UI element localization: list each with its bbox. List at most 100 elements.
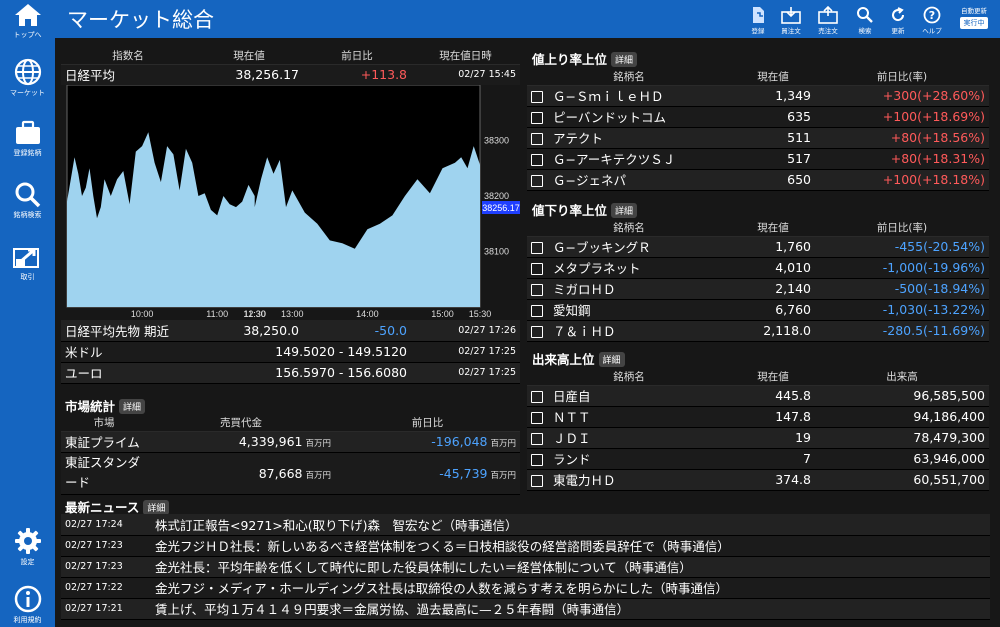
stock-price: 445.8 [731,385,815,407]
stock-name: アテクト [527,127,731,149]
search-icon [15,182,40,208]
table-row[interactable]: 日産自 445.8 96,585,500 [527,385,989,407]
table-row[interactable]: 東証プライム 4,339,961 百万円 -196,048 百万円 [61,431,520,453]
table-row[interactable]: 日経平均 38,256.17 +113.8 02/27 15:45 [61,64,520,86]
stock-price: 6,760 [731,299,815,321]
market-stats-detail-button[interactable]: 詳細 [119,399,146,414]
sidebar-item-label: トップへ [13,31,42,39]
table-row[interactable]: ピーバンドットコム 635 +100(+18.69%) [527,106,989,128]
sidebar-item-label: 登録銘柄 [13,149,42,157]
table-row[interactable]: ＮＴＴ 147.8 94,186,400 [527,406,989,428]
news-item[interactable]: 02/27 17:21 賃上げ、平均１万４１４９円要求＝金属労協、過去最高に—２… [61,598,990,620]
x-tick-label: 10:00 [131,309,154,319]
news-item[interactable]: 02/27 17:23 金光社長：平均年齢を低くして時代に即した役員体制にしたい… [61,556,990,578]
news-headline[interactable]: 賃上げ、平均１万４１４９円要求＝金属労協、過去最高に—２５年春闘（時事通信） [151,598,990,620]
sidebar-item-market[interactable]: マーケット [0,58,55,98]
market-value: 4,339,961 百万円 [147,431,335,453]
table-row[interactable]: アテクト 511 +80(+18.56%) [527,127,989,149]
stock-price: 147.8 [731,406,815,428]
gainers-detail-button[interactable]: 詳細 [611,52,638,67]
sidebar-item-trade[interactable]: 取引 [0,244,55,282]
market-name: 東証プライム [61,431,147,453]
col-header: 前日比 [335,415,520,432]
col-header: 前日比(率) [815,69,989,86]
losers-detail-button[interactable]: 詳細 [611,203,638,218]
stock-name: 愛知鋼 [527,299,731,321]
table-row[interactable]: Ｇ−ジェネパ 650 +100(+18.18%) [527,169,989,191]
table-row[interactable]: 日経平均先物 期近 38,250.0 -50.0 02/27 17:26 [61,320,520,342]
news-item[interactable]: 02/27 17:22 金光フジ・メディア・ホールディングス社長は取締役の人数を… [61,577,990,599]
register-button[interactable]: 登録 [743,6,773,35]
row-checkbox[interactable] [531,175,543,187]
col-header: 出来高 [815,369,989,386]
volume-title: 出来高上位 詳細 [532,349,625,368]
table-row[interactable]: ミガロＨＤ 2,140 -500(-18.94%) [527,278,989,300]
sidebar-item-top[interactable]: トップへ [0,2,55,40]
news-item[interactable]: 02/27 17:23 金光フジＨＤ社長：新しいあるべき経営体制をつくる＝日枝相… [61,535,990,557]
sidebar-item-watchlist[interactable]: 登録銘柄 [0,120,55,158]
refresh-button[interactable]: 更新 [883,6,913,35]
stock-price: 511 [731,127,815,149]
header-search-button[interactable]: 検索 [850,6,880,35]
sell-order-button[interactable]: 売注文 [813,6,843,35]
table-row[interactable]: 米ドル 149.5020 - 149.5120 02/27 17:25 [61,341,520,363]
market-value: 87,668 百万円 [147,452,335,495]
news-headline[interactable]: 株式訂正報告<9271>和心(取り下げ)森 智宏など（時事通信） [151,514,990,536]
table-row[interactable]: ＪＤＩ 19 78,479,300 [527,427,989,449]
table-row[interactable]: メタプラネット 4,010 -1,000(-19.96%) [527,257,989,279]
news-headline[interactable]: 金光フジＨＤ社長：新しいあるべき経営体制をつくる＝日枝相談役の経営諮問委員辞任で… [151,535,990,557]
row-checkbox[interactable] [531,284,543,296]
sidebar-item-search[interactable]: 銘柄検索 [0,182,55,220]
help-button[interactable]: ? ヘルプ [917,6,947,35]
fx-name: ユーロ [61,362,195,384]
table-row[interactable]: ランド 7 63,946,000 [527,448,989,470]
news-headline[interactable]: 金光フジ・メディア・ホールディングス社長は取締役の人数を減らす考えを明らかにした… [151,577,990,599]
stock-change: +100(+18.18%) [815,169,989,191]
row-checkbox[interactable] [531,433,543,445]
row-checkbox[interactable] [531,475,543,487]
stock-change: -1,000(-19.96%) [815,257,989,279]
auto-update-label: 自動更新 [961,7,987,15]
row-checkbox[interactable] [531,454,543,466]
register-icon [753,7,764,23]
x-tick-label: 13:00 [281,309,304,319]
col-header: 売買代金 [147,415,335,432]
table-row[interactable]: Ｇ−ブッキングＲ 1,760 -455(-20.54%) [527,236,989,258]
news-headline[interactable]: 金光社長：平均年齢を低くして時代に即した役員体制にしたい＝経営体制について（時事… [151,556,990,578]
trade-icon [12,248,39,268]
row-checkbox[interactable] [531,305,543,317]
table-row[interactable]: 愛知鋼 6,760 -1,030(-13.22%) [527,299,989,321]
col-header: 銘柄名 [527,369,731,386]
row-checkbox[interactable] [531,91,543,103]
table-row[interactable]: ７＆ｉＨＤ 2,118.0 -280.5(-11.69%) [527,320,989,342]
table-row[interactable]: ユーロ 156.5970 - 156.6080 02/27 17:25 [61,362,520,384]
table-row[interactable]: 東証スタンダード 87,668 百万円 -45,739 百万円 [61,452,520,495]
row-checkbox[interactable] [531,242,543,254]
news-detail-button[interactable]: 詳細 [143,500,170,515]
x-tick-label: 15:30 [469,309,492,319]
row-checkbox[interactable] [531,133,543,145]
news-item[interactable]: 02/27 17:24 株式訂正報告<9271>和心(取り下げ)森 智宏など（時… [61,514,990,536]
chart-svg: 10:00 11:00 11:3012:30 13:00 14:00 15:00 15:30… [66,84,520,319]
auto-update-toggle[interactable]: 自動更新 実行中 [954,5,994,29]
row-checkbox[interactable] [531,326,543,338]
stock-name: ＮＴＴ [527,406,731,428]
table-row[interactable]: Ｇ−アーキテクツＳＪ 517 +80(+18.31%) [527,148,989,170]
row-checkbox[interactable] [531,412,543,424]
futures-time: 02/27 17:26 [411,320,520,342]
sidebar-item-settings[interactable]: 設定 [0,527,55,567]
row-checkbox[interactable] [531,154,543,166]
row-checkbox[interactable] [531,112,543,124]
volume-detail-button[interactable]: 詳細 [598,352,625,367]
col-header: 現在値 [195,48,303,65]
sidebar-item-terms[interactable]: 利用規約 [0,585,55,625]
table-row[interactable]: 東電力ＨＤ 374.8 60,551,700 [527,469,989,491]
buy-order-button[interactable]: 買注文 [776,6,806,35]
row-checkbox[interactable] [531,263,543,275]
x-tick-label: 14:00 [356,309,379,319]
stock-name: ＪＤＩ [527,427,731,449]
nikkei-intraday-chart[interactable]: 10:00 11:00 11:30 12:30 13:00 14:00 15:00 15:30… [61,84,520,320]
row-checkbox[interactable] [531,391,543,403]
table-row[interactable]: Ｇ−ＳｍｉｌｅＨＤ 1,349 +300(+28.60%) [527,85,989,107]
stock-change: +80(+18.56%) [815,127,989,149]
